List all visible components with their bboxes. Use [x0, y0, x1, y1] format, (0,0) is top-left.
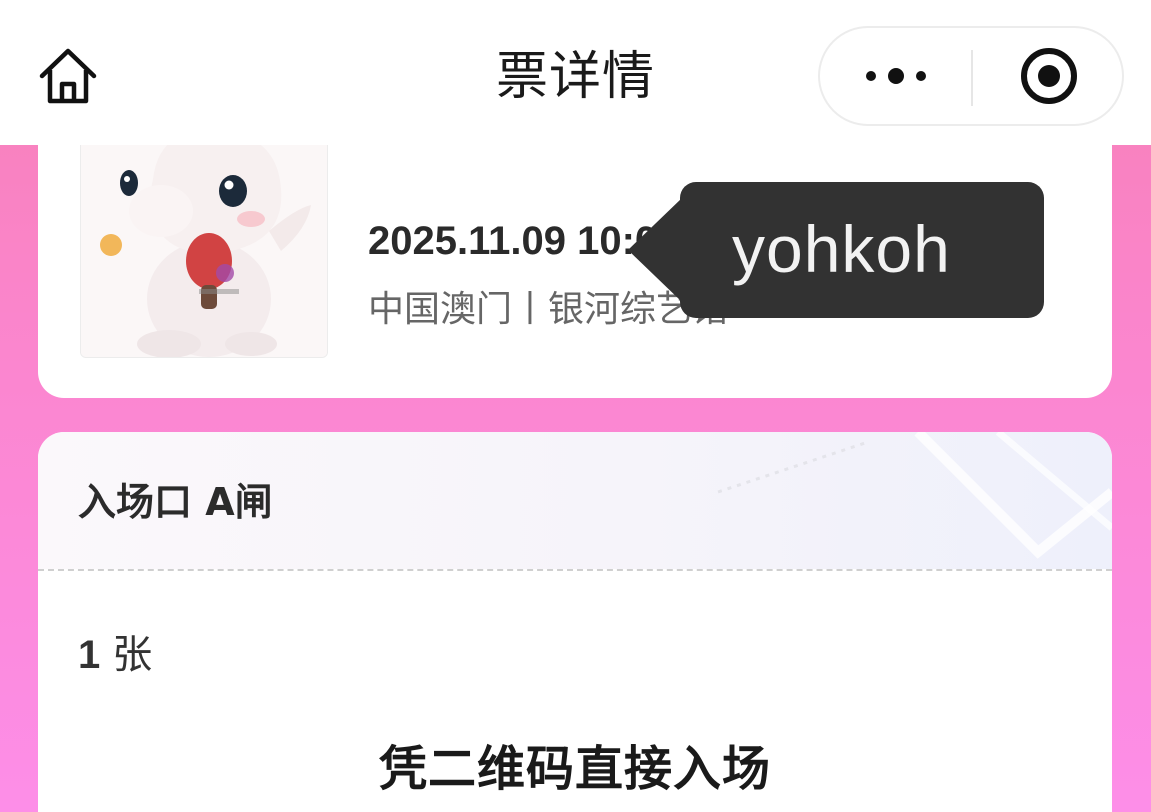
event-poster-image — [80, 138, 328, 358]
home-button[interactable] — [30, 40, 106, 112]
ticket-header: 入场口 A闸 — [38, 432, 1112, 569]
ticket-count: 1张 — [78, 630, 152, 680]
ticket-card: 入场口 A闸 1张 凭二维码直接入场 — [38, 432, 1112, 812]
home-icon — [39, 48, 97, 104]
ticket-count-unit: 张 — [112, 632, 153, 678]
close-miniprogram-button[interactable] — [974, 28, 1124, 124]
ticket-count-number: 1 — [78, 633, 101, 677]
target-circle-icon — [1021, 48, 1077, 104]
top-navigation-bar: 票详情 — [0, 0, 1151, 145]
more-dots-icon — [866, 68, 926, 84]
mascot-illustration — [81, 139, 327, 357]
entry-instruction: 凭二维码直接入场 — [378, 741, 771, 797]
mini-program-capsule — [818, 26, 1124, 126]
capsule-divider — [971, 50, 973, 106]
dashed-divider — [38, 569, 1112, 571]
tooltip-bubble: yohkoh — [628, 182, 1044, 318]
tooltip-text: yohkoh — [732, 212, 951, 286]
entrance-gate-label: 入场口 A闸 — [78, 480, 273, 524]
more-options-button[interactable] — [820, 28, 972, 124]
